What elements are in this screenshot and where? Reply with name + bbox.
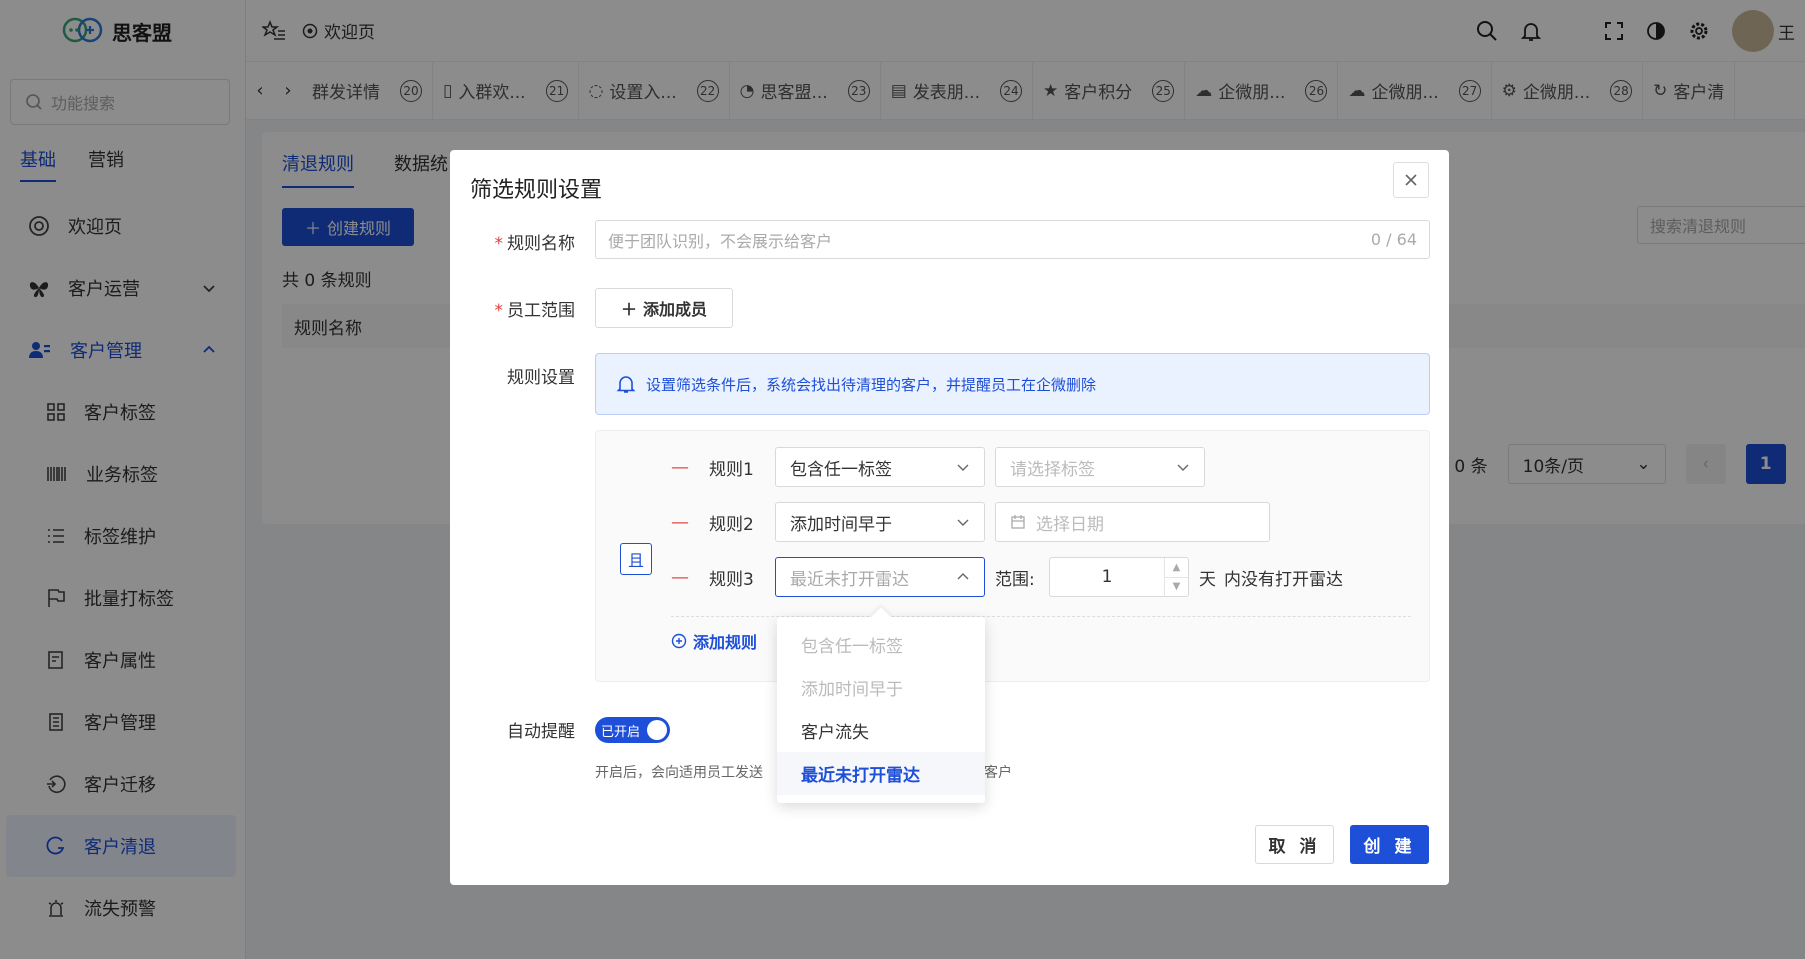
condition-dropdown: 包含任一标签 添加时间早于 客户流失 最近未打开雷达 bbox=[777, 617, 985, 803]
staff-scope-label: * 员工范围 bbox=[494, 301, 576, 321]
toggle-text: 已开启 bbox=[601, 724, 641, 740]
select-placeholder: 请选择标签 bbox=[1010, 459, 1095, 480]
date-picker[interactable]: 选择日期 bbox=[995, 502, 1270, 542]
chevron-up-icon bbox=[956, 570, 970, 584]
tag-select[interactable]: 请选择标签 bbox=[995, 447, 1205, 487]
add-rule-button[interactable]: 添加规则 bbox=[671, 629, 757, 653]
and-toggle[interactable]: 且 bbox=[620, 543, 652, 575]
increment-icon[interactable]: ▲ bbox=[1165, 558, 1188, 578]
rule-label: 规则1 bbox=[709, 459, 754, 480]
dropdown-option[interactable]: 包含任一标签 bbox=[777, 623, 985, 666]
date-placeholder: 选择日期 bbox=[1036, 514, 1104, 535]
rule-condition-select[interactable]: 添加时间早于 bbox=[775, 502, 985, 542]
close-icon bbox=[1404, 173, 1418, 187]
rule-settings-label: 规则设置 bbox=[507, 368, 575, 388]
rule-condition-select[interactable]: 包含任一标签 bbox=[775, 447, 985, 487]
chevron-down-icon bbox=[956, 515, 970, 529]
auto-remind-toggle[interactable]: 已开启 bbox=[595, 717, 670, 743]
select-value: 包含任一标签 bbox=[790, 459, 892, 480]
cancel-button[interactable]: 取 消 bbox=[1255, 825, 1334, 864]
unit-label: 天 bbox=[1199, 569, 1216, 590]
select-value: 添加时间早于 bbox=[790, 514, 892, 535]
auto-remind-label: 自动提醒 bbox=[507, 722, 575, 742]
range-label: 范围: bbox=[995, 569, 1035, 590]
rule-label: 规则3 bbox=[709, 569, 754, 590]
button-label: 添加规则 bbox=[693, 633, 758, 652]
close-button[interactable] bbox=[1393, 162, 1429, 198]
calendar-icon bbox=[1010, 514, 1026, 530]
rule-row: — 规则2 添加时间早于 选择日期 bbox=[671, 502, 1270, 542]
create-button[interactable]: 创 建 bbox=[1350, 825, 1429, 864]
char-counter: 0 / 64 bbox=[1370, 230, 1417, 249]
select-value: 最近未打开雷达 bbox=[790, 569, 909, 590]
rules-container: 且 — 规则1 包含任一标签 请选择标签 — 规则2 添加时间早于 选择日期 —… bbox=[595, 430, 1430, 682]
rule-condition-select[interactable]: 最近未打开雷达 bbox=[775, 557, 985, 597]
button-label: 添加成员 bbox=[643, 300, 708, 319]
modal-title: 筛选规则设置 bbox=[470, 178, 603, 203]
stepper-value: 1 bbox=[1101, 567, 1113, 587]
rule-row: — 规则3 最近未打开雷达 范围: 1 ▲ ▼ 天 内没有打开雷达 bbox=[671, 557, 1343, 597]
chevron-down-icon bbox=[956, 460, 970, 474]
rule-name-label: * 规则名称 bbox=[494, 234, 576, 254]
info-text: 设置筛选条件后，系统会找出待清理的客户，并提醒员工在企微删除 bbox=[646, 375, 1097, 394]
info-banner: 设置筛选条件后，系统会找出待清理的客户，并提醒员工在企微删除 bbox=[595, 353, 1430, 415]
suffix-label: 内没有打开雷达 bbox=[1224, 569, 1343, 590]
plus-icon: ＋ bbox=[620, 300, 637, 319]
add-member-button[interactable]: ＋ 添加成员 bbox=[595, 288, 733, 328]
dropdown-option-selected[interactable]: 最近未打开雷达 bbox=[777, 752, 985, 795]
remove-rule-icon[interactable]: — bbox=[671, 457, 709, 478]
label-text: 员工范围 bbox=[507, 301, 575, 321]
rule-name-input[interactable]: 便于团队识别，不会展示给客户 0 / 64 bbox=[595, 220, 1430, 259]
range-stepper[interactable]: 1 ▲ ▼ bbox=[1049, 557, 1189, 597]
toggle-knob bbox=[647, 720, 667, 740]
dropdown-option[interactable]: 客户流失 bbox=[777, 709, 985, 752]
hint-text: 开启后，会向适用员工发送 bbox=[595, 765, 763, 781]
dropdown-option[interactable]: 添加时间早于 bbox=[777, 666, 985, 709]
plus-circle-icon bbox=[671, 633, 687, 649]
rule-name-placeholder: 便于团队识别，不会展示给客户 bbox=[608, 231, 833, 251]
decrement-icon[interactable]: ▼ bbox=[1165, 578, 1188, 597]
bell-icon bbox=[616, 374, 636, 394]
rule-label: 规则2 bbox=[709, 514, 754, 535]
rule-row: — 规则1 包含任一标签 请选择标签 bbox=[671, 447, 1205, 487]
remove-rule-icon[interactable]: — bbox=[671, 567, 709, 588]
chevron-down-icon bbox=[1176, 460, 1190, 474]
label-text: 规则名称 bbox=[507, 234, 575, 254]
remove-rule-icon[interactable]: — bbox=[671, 512, 709, 533]
